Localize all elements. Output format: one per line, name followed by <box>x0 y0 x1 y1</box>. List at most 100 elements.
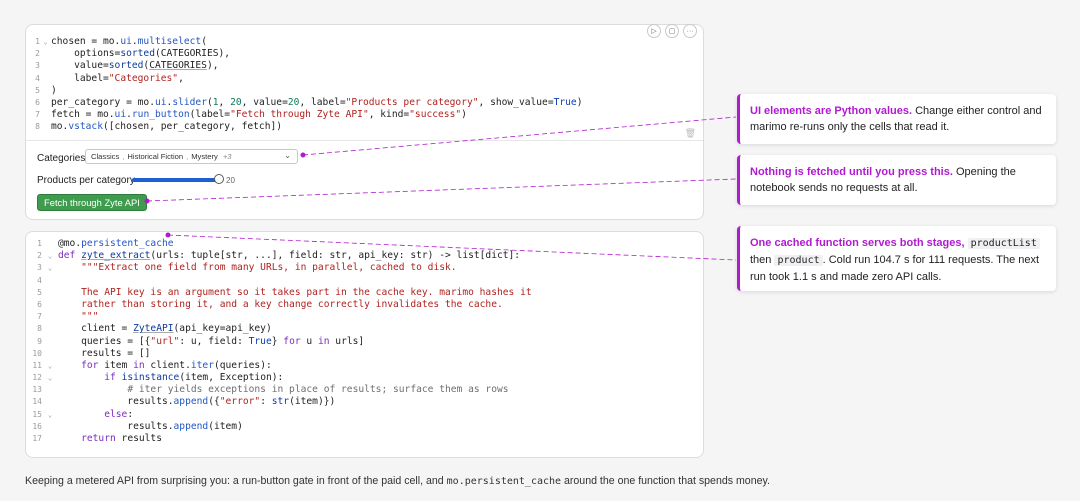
line-number: 15 <box>32 409 42 419</box>
chevron-down-icon[interactable]: ⌄ <box>284 151 291 160</box>
code-line[interactable]: 11 ⌄ for item in client.iter(queries): <box>26 360 703 372</box>
chip-mystery: Mystery <box>191 152 218 161</box>
slider-label: Products per category <box>37 175 135 186</box>
products-slider[interactable] <box>132 174 224 184</box>
code-line[interactable]: 2 options=sorted(CATEGORIES), <box>26 48 703 60</box>
chip-historical-fiction: Historical Fiction <box>127 152 184 161</box>
fold-chevron-icon <box>40 109 51 121</box>
code-line[interactable]: 16 results.append(item) <box>26 421 703 433</box>
code-text: @mo.persistent_cache <box>58 238 174 249</box>
line-number: 1 <box>37 239 42 248</box>
line-number: 10 <box>32 348 42 358</box>
code-line[interactable]: 4 <box>26 275 703 287</box>
delete-cell-icon[interactable]: 🗑 <box>685 128 696 139</box>
code-line[interactable]: 13 # iter yields exceptions in place of … <box>26 384 703 396</box>
code-editor[interactable]: 1 @mo.persistent_cache 2 ⌄ def zyte_extract(… <box>26 238 703 445</box>
fold-chevron-icon[interactable]: ⌄ <box>42 372 58 384</box>
line-number: 9 <box>37 336 42 346</box>
slider-thumb[interactable] <box>214 174 224 184</box>
fold-chevron-icon <box>42 323 58 335</box>
code-line[interactable]: 5 The API key is an argument so it takes… <box>26 287 703 299</box>
fold-chevron-icon[interactable]: ⌄ <box>40 36 51 48</box>
fold-chevron-icon <box>40 60 51 72</box>
fold-chevron-icon <box>40 121 51 133</box>
code-text: # iter yields exceptions in place of res… <box>127 384 509 396</box>
code-line[interactable]: 7 fetch = mo.ui.run_button(label="Fetch t… <box>26 109 703 121</box>
fold-chevron-icon <box>42 299 58 311</box>
callout-ui-elements: UI elements are Python values. Change ei… <box>737 94 1056 144</box>
callout-cached-function: One cached function serves both stages, … <box>737 226 1056 291</box>
fold-chevron-icon[interactable]: ⌄ <box>42 262 58 274</box>
more-count-badge: +3 <box>222 152 232 161</box>
fold-chevron-icon[interactable]: ⌄ <box>42 250 58 262</box>
code-text: """ <box>58 311 99 323</box>
ui-cell: ▷ ▢ ··· 1 ⌄ chosen = mo.ui.multiselect(2 o… <box>25 24 704 220</box>
code-line[interactable]: 6 per_category = mo.ui.slider(1, 20, valu… <box>26 97 703 109</box>
code-line[interactable]: 10 results = [] <box>26 348 703 360</box>
code-line[interactable]: 8 client = ZyteAPI(api_key=api_key) <box>26 323 703 335</box>
categories-multiselect[interactable]: Classics , Historical Fiction , Mystery … <box>85 149 298 164</box>
line-number: 2 <box>35 49 40 59</box>
fold-chevron-icon <box>42 433 58 445</box>
fold-chevron-icon <box>42 384 58 396</box>
line-number: 4 <box>35 73 40 83</box>
code-text: results.append({"error": str(item)}) <box>58 396 336 408</box>
code-text: value=sorted(CATEGORIES), <box>51 60 219 72</box>
code-cell: 1 @mo.persistent_cache 2 ⌄ def zyte_extract(… <box>25 231 704 458</box>
code-line[interactable]: 15 ⌄ else: <box>26 409 703 421</box>
code-text: def zyte_extract(urls: tuple[str, ...], … <box>58 250 521 262</box>
fold-chevron-icon[interactable]: ⌄ <box>42 409 58 421</box>
code-line[interactable]: 3 ⌄ """Extract one field from many URLs, … <box>26 262 703 274</box>
code-line[interactable]: 5) <box>26 85 703 97</box>
code-line[interactable]: 8 mo.vstack([chosen, per_category, fetch]… <box>26 121 703 133</box>
code-text: return results <box>81 433 162 444</box>
fold-chevron-icon <box>40 85 51 97</box>
line-number: 6 <box>37 299 42 309</box>
line-number: 3 <box>35 61 40 71</box>
line-number: 8 <box>35 122 40 132</box>
slider-value: 20 <box>226 176 235 185</box>
callout-nothing-fetched: Nothing is fetched until you press this.… <box>737 155 1056 205</box>
fetch-button[interactable]: Fetch through Zyte API <box>37 194 147 211</box>
code-text: results = [] <box>58 347 151 359</box>
code-line[interactable]: 6 rather than storing it, and a key chan… <box>26 299 703 311</box>
fold-chevron-icon[interactable]: ⌄ <box>42 360 58 372</box>
code-text: options=sorted(CATEGORIES), <box>51 48 231 60</box>
fold-chevron-icon <box>42 421 58 433</box>
code-line[interactable]: 1 @mo.persistent_cache <box>26 238 703 250</box>
line-number: 12 <box>32 373 42 383</box>
code-line[interactable]: 7 """ <box>26 311 703 323</box>
code-line[interactable]: 4 label="Categories", <box>26 73 703 85</box>
code-text: label="Categories", <box>51 72 184 84</box>
code-line[interactable]: 12 ⌄ if isinstance(item, Exception): <box>26 372 703 384</box>
fold-chevron-icon <box>40 48 51 60</box>
line-number: 13 <box>32 385 42 395</box>
fold-chevron-icon <box>42 348 58 360</box>
fold-chevron-icon <box>40 97 51 109</box>
code-line[interactable]: 2 ⌄ def zyte_extract(urls: tuple[str, ...]… <box>26 250 703 262</box>
code-text: if isinstance(item, Exception): <box>104 372 284 384</box>
chip-classics: Classics <box>91 152 120 161</box>
fold-chevron-icon <box>42 311 58 323</box>
output-divider <box>26 140 703 141</box>
code-line[interactable]: 1 ⌄ chosen = mo.ui.multiselect( <box>26 36 703 48</box>
code-text: else: <box>104 408 134 420</box>
code-text: ) <box>51 84 57 96</box>
code-line[interactable]: 17 return results <box>26 433 703 445</box>
code-text: client = ZyteAPI(api_key=api_key) <box>58 323 272 335</box>
code-text: rather than storing it, and a key change… <box>58 298 503 310</box>
code-editor[interactable]: 1 ⌄ chosen = mo.ui.multiselect(2 options=s… <box>26 36 703 134</box>
code-line[interactable]: 9 queries = [{"url": u, field: True} for… <box>26 336 703 348</box>
line-number: 11 <box>32 360 42 370</box>
code-line[interactable]: 14 results.append({"error": str(item)}) <box>26 396 703 408</box>
line-number: 7 <box>35 110 40 120</box>
fold-chevron-icon <box>42 336 58 348</box>
code-text: mo.vstack([chosen, per_category, fetch]) <box>51 121 283 133</box>
code-text: chosen = mo.ui.multiselect( <box>51 36 207 47</box>
fold-chevron-icon <box>42 238 58 250</box>
line-number: 2 <box>37 251 42 261</box>
fold-chevron-icon <box>42 275 58 287</box>
code-line[interactable]: 3 value=sorted(CATEGORIES), <box>26 60 703 72</box>
line-number: 5 <box>37 287 42 297</box>
line-number: 3 <box>37 263 42 273</box>
